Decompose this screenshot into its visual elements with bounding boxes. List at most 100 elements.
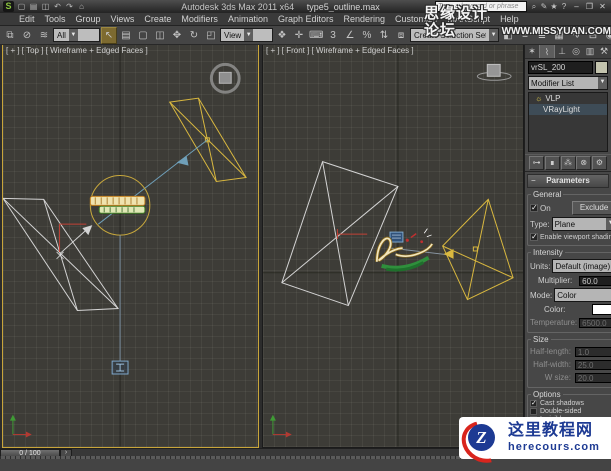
viewport-front[interactable]: [ + ] [ Front ] [ Wireframe + Edged Face… <box>262 44 524 448</box>
use-pivot-center-button[interactable]: ❖ <box>274 27 290 44</box>
subscription-center-icon[interactable]: ✎ <box>539 1 549 12</box>
menu-views[interactable]: Views <box>106 14 140 24</box>
menu-create[interactable]: Create <box>139 14 176 24</box>
exclude-button[interactable]: Exclude <box>571 201 611 215</box>
light-target-helper[interactable] <box>111 360 129 375</box>
on-checkbox[interactable] <box>530 204 538 212</box>
graphite-tools-button[interactable]: ▦ <box>551 27 567 44</box>
minimize-button[interactable]: – <box>571 2 582 12</box>
spinner-snap-button[interactable]: ⇅ <box>376 27 392 44</box>
infocenter-search-icon[interactable]: ⌕ <box>529 1 539 12</box>
tab-utilities[interactable]: ⚒ <box>597 44 611 58</box>
menu-help[interactable]: Help <box>495 14 524 24</box>
selection-region-button[interactable]: ▢ <box>135 27 151 44</box>
multiplier-field[interactable]: 60.0 <box>579 275 611 286</box>
logo-text-top[interactable] <box>89 195 146 214</box>
transform-gizmo-x-axis[interactable] <box>336 229 368 240</box>
select-and-link-button[interactable]: ⧉ <box>2 27 18 44</box>
favorites-icon[interactable]: ★ <box>549 1 559 12</box>
percent-snap-button[interactable]: % <box>359 27 375 44</box>
new-file-button[interactable]: ▢ <box>16 1 27 12</box>
tab-create[interactable]: ✶ <box>525 44 539 58</box>
menu-modifiers[interactable]: Modifiers <box>176 14 223 24</box>
viewport-top-label[interactable]: [ + ] [ Top ] [ Wireframe + Edged Faces … <box>6 46 148 55</box>
light-direction-arrow-icon <box>176 155 189 166</box>
material-editor-button[interactable]: ◉ <box>602 27 611 44</box>
command-panel: ✶ ⌇ ⊥ ◎ ▥ ⚒ vrSL_200 Modifier List ▼ ☼ VLP VRay… <box>524 44 611 459</box>
option-checkbox-cast-shadows[interactable] <box>530 400 537 407</box>
mode-dropdown[interactable]: Color ▼ <box>554 288 611 302</box>
align-button[interactable]: ≡ <box>517 27 533 44</box>
help-icon[interactable]: ? <box>559 1 569 12</box>
quick-access-toolbar: ▢ ▤ ◫ ↶ ↷ ⌂ <box>16 1 87 12</box>
menu-rendering[interactable]: Rendering <box>339 14 391 24</box>
project-folder-button[interactable]: ⌂ <box>76 1 87 12</box>
logo-text-front[interactable] <box>373 228 437 274</box>
stack-item-vraylight[interactable]: VRayLight <box>529 104 607 115</box>
modifier-list-dropdown[interactable]: Modifier List ▼ <box>528 76 608 90</box>
select-and-move-button[interactable]: ✥ <box>169 27 185 44</box>
schematic-view-button[interactable]: ⊟ <box>585 27 601 44</box>
select-by-name-button[interactable]: ▤ <box>118 27 134 44</box>
make-unique-button[interactable]: ⁂ <box>560 156 576 170</box>
light-helper-box[interactable] <box>389 231 404 243</box>
tab-display[interactable]: ▥ <box>583 44 597 58</box>
close-button[interactable]: ✕ <box>597 2 608 12</box>
option-checkbox-double-sided[interactable] <box>530 408 537 415</box>
object-name-field[interactable]: vrSL_200 <box>528 61 593 74</box>
window-crossing-button[interactable]: ◫ <box>152 27 168 44</box>
tab-motion[interactable]: ◎ <box>569 44 583 58</box>
viewcube-puck-icon[interactable] <box>476 63 512 81</box>
show-end-result-button[interactable]: ∎ <box>544 156 560 170</box>
maximize-button[interactable]: ❐ <box>584 2 595 12</box>
keyboard-override-button[interactable]: ⌨ <box>308 27 324 44</box>
remove-modifier-button[interactable]: ⊗ <box>576 156 592 170</box>
wireframe-color-swatch[interactable] <box>595 61 608 74</box>
named-sets-dropdown[interactable]: Create Selection Set ▼ <box>410 28 499 42</box>
menu-graph-editors[interactable]: Graph Editors <box>273 14 339 24</box>
named-selection-sets-button[interactable]: ⧈ <box>393 27 409 44</box>
temperature-field: 6500.0 <box>579 317 611 328</box>
units-dropdown[interactable]: Default (image) ▼ <box>552 259 611 273</box>
size-field-label: Half-width: <box>533 360 571 369</box>
stack-item-vlp[interactable]: ☼ VLP <box>529 93 607 104</box>
stack-item-label: VLP <box>545 94 561 103</box>
mirror-button[interactable]: ◧ <box>500 27 516 44</box>
application-menu-button[interactable]: S <box>3 1 14 12</box>
light-type-dropdown[interactable]: Plane ▼ <box>551 217 611 231</box>
menu-animation[interactable]: Animation <box>223 14 273 24</box>
parameters-rollout-header[interactable]: − Parameters <box>527 174 609 188</box>
select-and-manipulate-button[interactable]: ✛ <box>291 27 307 44</box>
light-color-swatch[interactable] <box>592 304 611 315</box>
reference-coordinate-dropdown[interactable]: View ▼ <box>220 28 273 42</box>
pin-stack-button[interactable]: ⊶ <box>529 156 544 170</box>
vraylight-plane-wireframe[interactable] <box>168 97 247 183</box>
curve-editor-button[interactable]: ∿ <box>568 27 584 44</box>
tab-hierarchy[interactable]: ⊥ <box>555 44 569 58</box>
bind-to-space-warp-button[interactable]: ≋ <box>36 27 52 44</box>
open-file-button[interactable]: ▤ <box>28 1 39 12</box>
viewport-front-label[interactable]: [ + ] [ Front ] [ Wireframe + Edged Face… <box>266 46 414 55</box>
layer-manager-button[interactable]: ≣ <box>534 27 550 44</box>
configure-modifier-sets-button[interactable]: ⚙ <box>592 156 607 170</box>
select-and-rotate-button[interactable]: ↻ <box>186 27 202 44</box>
search-input[interactable]: Type a keyword or phrase <box>435 1 527 12</box>
save-file-button[interactable]: ◫ <box>40 1 51 12</box>
selection-filter-dropdown[interactable]: All ▼ <box>53 28 100 42</box>
menu-group[interactable]: Group <box>71 14 106 24</box>
menu-maxscript[interactable]: MAXScript <box>443 14 496 24</box>
undo-button[interactable]: ↶ <box>52 1 63 12</box>
menu-customize[interactable]: Customize <box>390 14 443 24</box>
viewport-top[interactable]: [ + ] [ Top ] [ Wireframe + Edged Faces … <box>2 44 259 448</box>
steering-wheel-icon[interactable] <box>209 62 241 94</box>
viewport-shading-checkbox[interactable] <box>530 233 538 241</box>
unlink-selection-button[interactable]: ⊘ <box>19 27 35 44</box>
select-object-button[interactable]: ↖ <box>101 26 117 44</box>
menu-edit[interactable]: Edit <box>14 14 40 24</box>
angle-snap-button[interactable]: ∠ <box>342 27 358 44</box>
redo-button[interactable]: ↷ <box>64 1 75 12</box>
snaps-toggle-button[interactable]: 3 <box>325 27 341 44</box>
tab-modify[interactable]: ⌇ <box>539 44 555 58</box>
menu-tools[interactable]: Tools <box>40 14 71 24</box>
select-and-scale-button[interactable]: ◰ <box>203 27 219 44</box>
